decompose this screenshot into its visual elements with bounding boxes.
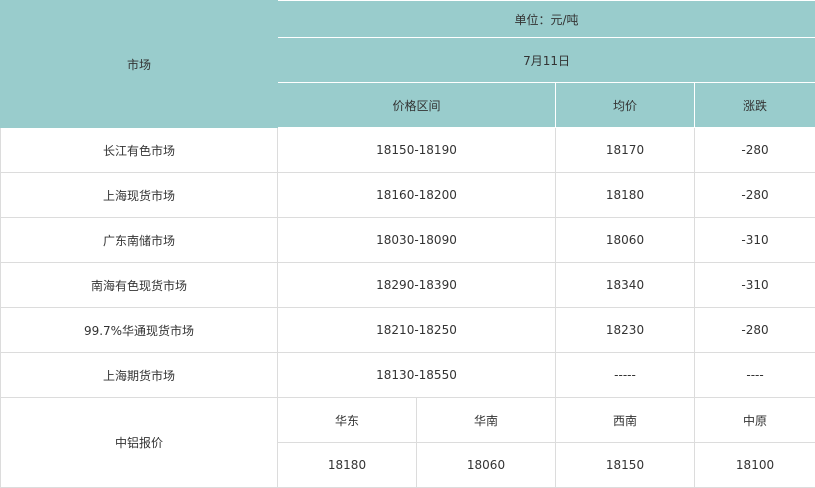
average-price: 18230 (556, 308, 695, 353)
region-price: 18180 (278, 443, 417, 488)
region-price: 18060 (417, 443, 556, 488)
price-change: -280 (695, 173, 815, 218)
chalco-quote-label: 中铝报价 (1, 398, 278, 488)
price-range: 18150-18190 (278, 128, 556, 173)
average-price: 18180 (556, 173, 695, 218)
market-name: 99.7%华通现货市场 (1, 308, 278, 353)
market-name: 南海有色现货市场 (1, 263, 278, 308)
region-name: 华南 (417, 398, 556, 443)
change-header: 涨跌 (695, 83, 815, 128)
market-header: 市场 (1, 1, 278, 128)
quote-region-row: 中铝报价 华东 华南 西南 中原 (1, 398, 815, 443)
average-price: ----- (556, 353, 695, 398)
table-row: 南海有色现货市场 18290-18390 18340 -310 (1, 263, 815, 308)
region-name: 华东 (278, 398, 417, 443)
price-range-header: 价格区间 (278, 83, 556, 128)
table-row: 长江有色市场 18150-18190 18170 -280 (1, 128, 815, 173)
table-row: 99.7%华通现货市场 18210-18250 18230 -280 (1, 308, 815, 353)
region-name: 西南 (556, 398, 695, 443)
table-row: 上海期货市场 18130-18550 ----- ---- (1, 353, 815, 398)
price-range: 18130-18550 (278, 353, 556, 398)
price-change: -310 (695, 263, 815, 308)
region-price: 18150 (556, 443, 695, 488)
price-change: -280 (695, 308, 815, 353)
date-label: 7月11日 (278, 38, 815, 83)
average-price: 18060 (556, 218, 695, 263)
market-name: 广东南储市场 (1, 218, 278, 263)
table-row: 广东南储市场 18030-18090 18060 -310 (1, 218, 815, 263)
region-price: 18100 (695, 443, 815, 488)
price-change: -310 (695, 218, 815, 263)
price-table: 市场 单位：元/吨 7月11日 价格区间 均价 涨跌 长江有色市场 18150-… (0, 0, 815, 488)
table-row: 上海现货市场 18160-18200 18180 -280 (1, 173, 815, 218)
average-price-header: 均价 (556, 83, 695, 128)
price-range: 18210-18250 (278, 308, 556, 353)
price-range: 18290-18390 (278, 263, 556, 308)
market-name: 上海期货市场 (1, 353, 278, 398)
unit-label: 单位：元/吨 (278, 1, 815, 38)
market-name: 长江有色市场 (1, 128, 278, 173)
price-range: 18160-18200 (278, 173, 556, 218)
region-name: 中原 (695, 398, 815, 443)
price-change: ---- (695, 353, 815, 398)
average-price: 18340 (556, 263, 695, 308)
price-range: 18030-18090 (278, 218, 556, 263)
market-name: 上海现货市场 (1, 173, 278, 218)
average-price: 18170 (556, 128, 695, 173)
price-change: -280 (695, 128, 815, 173)
